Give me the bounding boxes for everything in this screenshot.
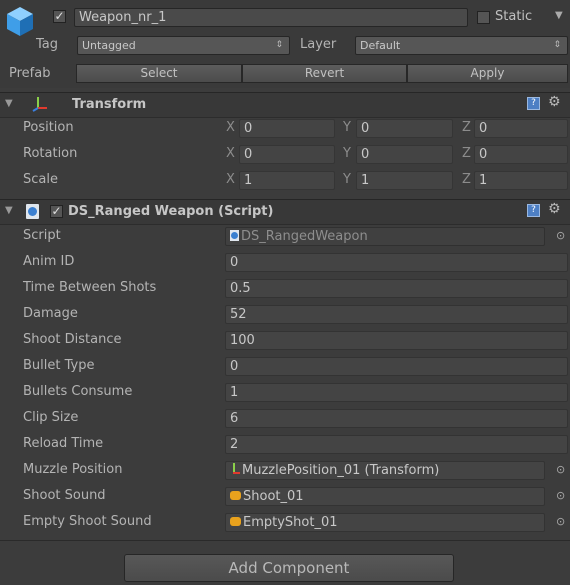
script-settings-gear-icon[interactable]: ⚙ bbox=[548, 201, 561, 217]
anim-id-field[interactable]: 0 bbox=[225, 253, 568, 272]
layer-dropdown[interactable]: Default ⇕ bbox=[355, 36, 568, 55]
gameobject-cube-icon bbox=[5, 5, 35, 39]
damage-field[interactable]: 52 bbox=[225, 305, 568, 324]
transform-axes-icon bbox=[32, 96, 48, 112]
reload-time-label: Reload Time bbox=[23, 436, 104, 451]
active-checkbox[interactable]: ✓ bbox=[53, 10, 66, 23]
component-separator bbox=[0, 540, 570, 541]
rotation-z-axis-label: Z bbox=[462, 146, 471, 161]
script-file-icon bbox=[26, 204, 39, 219]
clip-size-label: Clip Size bbox=[23, 410, 79, 425]
script-label: Script bbox=[23, 228, 61, 243]
position-z-axis-label: Z bbox=[462, 120, 471, 135]
rotation-x-field[interactable]: 0 bbox=[239, 145, 335, 164]
muzzle-position-label: Muzzle Position bbox=[23, 462, 123, 477]
shoot-distance-label: Shoot Distance bbox=[23, 332, 122, 347]
scale-z-axis-label: Z bbox=[462, 172, 471, 187]
shoot-sound-label: Shoot Sound bbox=[23, 488, 106, 503]
scale-x-axis-label: X bbox=[226, 172, 235, 187]
layer-dropdown-arrows-icon: ⇕ bbox=[553, 40, 561, 50]
prefab-select-button[interactable]: Select bbox=[76, 64, 242, 83]
damage-label: Damage bbox=[23, 306, 78, 321]
prefab-revert-button[interactable]: Revert bbox=[242, 64, 407, 83]
time-between-shots-label: Time Between Shots bbox=[23, 280, 157, 295]
rotation-y-field[interactable]: 0 bbox=[356, 145, 453, 164]
script-component-title: DS_Ranged Weapon (Script) bbox=[68, 204, 274, 219]
tag-value: Untagged bbox=[82, 39, 136, 52]
bullets-consume-label: Bullets Consume bbox=[23, 384, 133, 399]
transform-header[interactable]: ▼ Transform ? ⚙ bbox=[0, 92, 570, 118]
script-component-header[interactable]: ▼ ✓ DS_Ranged Weapon (Script) ? ⚙ bbox=[0, 199, 570, 225]
position-y-field[interactable]: 0 bbox=[356, 119, 453, 138]
tag-dropdown[interactable]: Untagged ⇕ bbox=[77, 36, 290, 55]
position-x-axis-label: X bbox=[226, 120, 235, 135]
bullet-type-field[interactable]: 0 bbox=[225, 357, 568, 376]
transform-foldout-icon[interactable]: ▼ bbox=[5, 98, 13, 109]
position-z-field[interactable]: 0 bbox=[474, 119, 568, 138]
empty-shoot-sound-label: Empty Shoot Sound bbox=[23, 514, 152, 529]
script-help-icon[interactable]: ? bbox=[527, 204, 540, 217]
muzzle-position-field[interactable]: MuzzlePosition_01 (Transform) bbox=[225, 461, 545, 480]
scale-label: Scale bbox=[23, 172, 58, 187]
layer-label: Layer bbox=[300, 37, 337, 52]
tag-dropdown-arrows-icon: ⇕ bbox=[275, 40, 283, 50]
anim-id-label: Anim ID bbox=[23, 254, 75, 269]
tag-label: Tag bbox=[36, 37, 59, 52]
position-x-field[interactable]: 0 bbox=[239, 119, 335, 138]
static-checkbox[interactable] bbox=[477, 11, 490, 24]
transform-help-icon[interactable]: ? bbox=[527, 97, 540, 110]
shoot-sound-picker-dot-icon[interactable]: ⊙ bbox=[556, 489, 565, 502]
prefab-label: Prefab bbox=[9, 66, 51, 81]
muzzle-position-value: MuzzlePosition_01 (Transform) bbox=[242, 463, 440, 478]
rotation-z-field[interactable]: 0 bbox=[474, 145, 568, 164]
script-enabled-checkbox[interactable]: ✓ bbox=[50, 205, 63, 218]
layer-value: Default bbox=[360, 39, 401, 52]
scale-y-axis-label: Y bbox=[343, 172, 351, 187]
script-foldout-icon[interactable]: ▼ bbox=[5, 205, 13, 216]
static-dropdown-arrow-icon[interactable]: ▼ bbox=[555, 10, 563, 21]
shoot-sound-field[interactable]: Shoot_01 bbox=[225, 487, 545, 506]
rotation-y-axis-label: Y bbox=[343, 146, 351, 161]
static-label: Static bbox=[495, 9, 533, 24]
clip-size-field[interactable]: 6 bbox=[225, 409, 568, 428]
bullets-consume-field[interactable]: 1 bbox=[225, 383, 568, 402]
script-reference-field[interactable]: DS_RangedWeapon bbox=[225, 227, 545, 246]
audio-clip-icon bbox=[230, 517, 241, 526]
script-reference-value: DS_RangedWeapon bbox=[241, 229, 368, 244]
prefab-apply-button[interactable]: Apply bbox=[407, 64, 568, 83]
position-label: Position bbox=[23, 120, 74, 135]
position-y-axis-label: Y bbox=[343, 120, 351, 135]
transform-settings-gear-icon[interactable]: ⚙ bbox=[548, 94, 561, 110]
bullet-type-label: Bullet Type bbox=[23, 358, 95, 373]
scale-y-field[interactable]: 1 bbox=[356, 171, 453, 190]
script-reference-icon bbox=[230, 230, 239, 241]
audio-clip-icon bbox=[230, 491, 241, 500]
transform-title: Transform bbox=[72, 97, 147, 112]
rotation-label: Rotation bbox=[23, 146, 78, 161]
reload-time-field[interactable]: 2 bbox=[225, 435, 568, 454]
scale-z-field[interactable]: 1 bbox=[474, 171, 568, 190]
script-picker-dot-icon[interactable]: ⊙ bbox=[556, 229, 565, 242]
shoot-distance-field[interactable]: 100 bbox=[225, 331, 568, 350]
scale-x-field[interactable]: 1 bbox=[239, 171, 335, 190]
empty-shoot-sound-picker-dot-icon[interactable]: ⊙ bbox=[556, 515, 565, 528]
add-component-button[interactable]: Add Component bbox=[124, 554, 454, 582]
gameobject-header: ✓ Weapon_nr_1 Static ▼ Tag Untagged ⇕ La… bbox=[0, 0, 570, 88]
muzzle-position-picker-dot-icon[interactable]: ⊙ bbox=[556, 463, 565, 476]
shoot-sound-value: Shoot_01 bbox=[243, 489, 304, 504]
rotation-x-axis-label: X bbox=[226, 146, 235, 161]
time-between-shots-field[interactable]: 0.5 bbox=[225, 279, 568, 298]
object-name-field[interactable]: Weapon_nr_1 bbox=[74, 8, 468, 27]
empty-shoot-sound-value: EmptyShot_01 bbox=[243, 515, 338, 530]
transform-small-icon bbox=[230, 463, 240, 475]
empty-shoot-sound-field[interactable]: EmptyShot_01 bbox=[225, 513, 545, 532]
